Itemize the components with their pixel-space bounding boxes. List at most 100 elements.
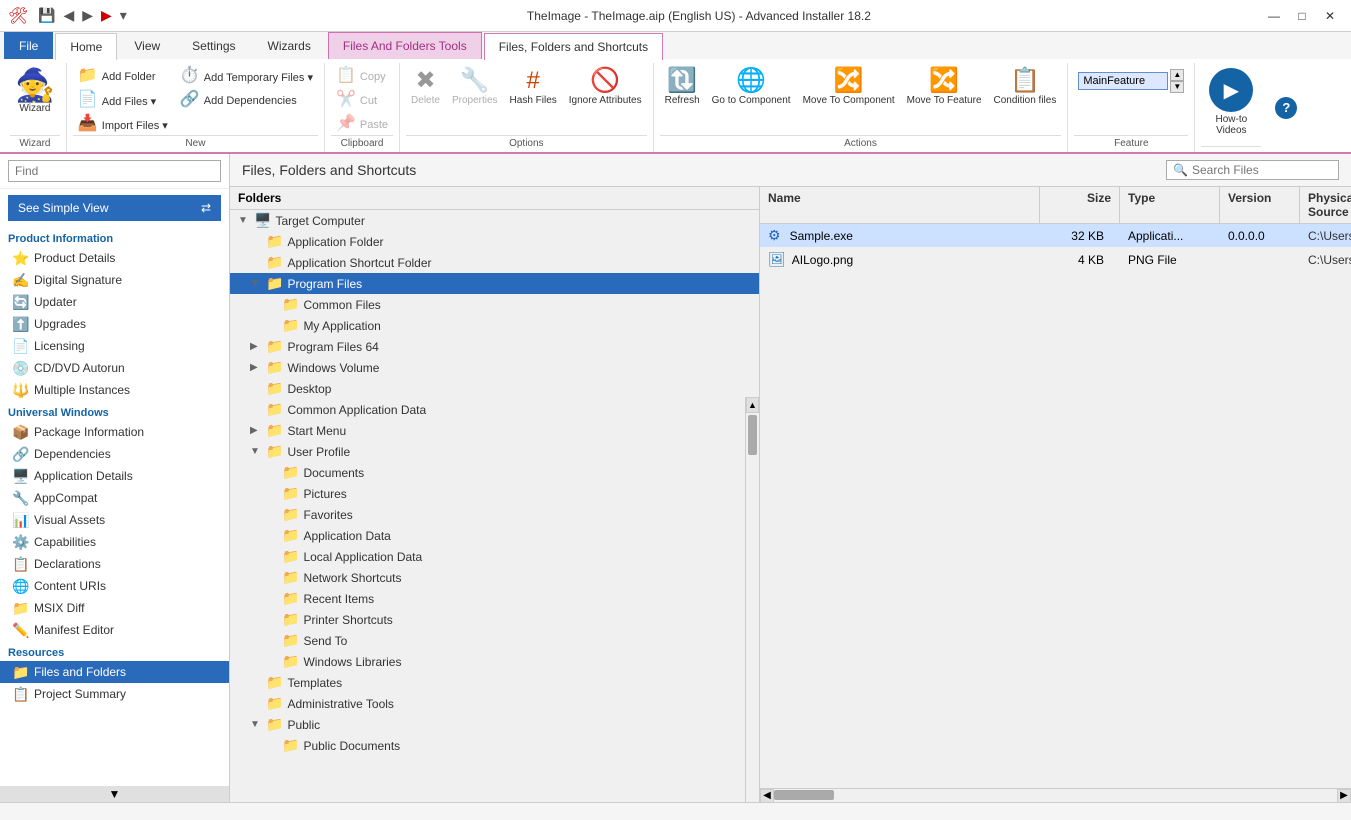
ft-item-public-documents[interactable]: 📁 Public Documents xyxy=(230,735,759,756)
ft-item-application-data[interactable]: 📁 Application Data xyxy=(230,525,759,546)
hscroll-left-button[interactable]: ◀ xyxy=(760,789,774,803)
ft-item-user-profile[interactable]: ▼ 📁 User Profile xyxy=(230,441,759,462)
ft-item-local-application-data[interactable]: 📁 Local Application Data xyxy=(230,546,759,567)
col-header-type[interactable]: Type xyxy=(1120,187,1220,223)
sidebar-item-appcompat[interactable]: 🔧 AppCompat xyxy=(0,487,229,509)
ft-item-program-files-64[interactable]: ▶ 📁 Program Files 64 xyxy=(230,336,759,357)
sidebar-item-content-uris[interactable]: 🌐 Content URIs xyxy=(0,575,229,597)
ft-item-public[interactable]: ▼ 📁 Public xyxy=(230,714,759,735)
ft-item-program-files[interactable]: ▼ 📁 Program Files xyxy=(230,273,759,294)
tab-wizards[interactable]: Wizards xyxy=(253,32,326,59)
minimize-button[interactable]: — xyxy=(1261,6,1287,26)
copy-button[interactable]: 📋 Copy xyxy=(331,65,393,87)
sidebar-search-input[interactable] xyxy=(8,160,221,182)
sidebar-scroll-down-button[interactable]: ▼ xyxy=(0,786,229,802)
tab-files-folders-shortcuts[interactable]: Files, Folders and Shortcuts xyxy=(484,33,663,60)
sidebar-item-licensing[interactable]: 📄 Licensing xyxy=(0,335,229,357)
add-temporary-files-button[interactable]: ⏱️ Add Temporary Files ▾ xyxy=(175,65,318,87)
sidebar-item-dependencies[interactable]: 🔗 Dependencies xyxy=(0,443,229,465)
hscroll-right-button[interactable]: ▶ xyxy=(1337,789,1351,803)
hscroll-thumb[interactable] xyxy=(774,790,834,800)
maximize-button[interactable]: □ xyxy=(1289,6,1315,26)
qa-back-button[interactable]: ◀ xyxy=(61,5,76,26)
col-header-size[interactable]: Size xyxy=(1040,187,1120,223)
ft-item-recent-items[interactable]: 📁 Recent Items xyxy=(230,588,759,609)
add-files-button[interactable]: 📄 Add Files ▾ xyxy=(73,89,173,111)
ft-item-pictures[interactable]: 📁 Pictures xyxy=(230,483,759,504)
sidebar-item-product-details[interactable]: ⭐ Product Details xyxy=(0,247,229,269)
ft-item-target-computer[interactable]: ▼ 🖥️ Target Computer xyxy=(230,210,759,231)
folder-scroll-thumb[interactable] xyxy=(748,415,757,455)
ft-item-start-menu[interactable]: ▶ 📁 Start Menu xyxy=(230,420,759,441)
sidebar-item-multiple-instances[interactable]: 🔱 Multiple Instances xyxy=(0,379,229,401)
ignore-attributes-button[interactable]: 🚫 Ignore Attributes xyxy=(564,65,647,110)
tab-view[interactable]: View xyxy=(119,32,175,59)
cut-button[interactable]: ✂️ Cut xyxy=(331,89,393,111)
folder-tree-body[interactable]: ▼ 🖥️ Target Computer 📁 Application Folde… xyxy=(230,210,759,802)
ft-item-my-application[interactable]: 📁 My Application xyxy=(230,315,759,336)
search-files-input[interactable] xyxy=(1192,163,1332,177)
ft-item-send-to[interactable]: 📁 Send To xyxy=(230,630,759,651)
sidebar-item-upgrades[interactable]: ⬆️ Upgrades xyxy=(0,313,229,335)
feature-input[interactable] xyxy=(1078,72,1168,90)
move-to-feature-button[interactable]: 🔀 Move To Feature xyxy=(902,65,987,110)
ft-item-documents[interactable]: 📁 Documents xyxy=(230,462,759,483)
col-header-version[interactable]: Version xyxy=(1220,187,1300,223)
sidebar-item-declarations[interactable]: 📋 Declarations xyxy=(0,553,229,575)
sidebar-item-visual-assets[interactable]: 📊 Visual Assets xyxy=(0,509,229,531)
ft-item-templates[interactable]: 📁 Templates xyxy=(230,672,759,693)
move-to-component-button[interactable]: 🔀 Move To Component xyxy=(798,65,900,110)
properties-button[interactable]: 🔧 Properties xyxy=(447,65,503,110)
sidebar-item-project-summary[interactable]: 📋 Project Summary xyxy=(0,683,229,705)
ft-item-printer-shortcuts[interactable]: 📁 Printer Shortcuts xyxy=(230,609,759,630)
col-header-name[interactable]: Name xyxy=(760,187,1040,223)
sidebar-item-package-information[interactable]: 📦 Package Information xyxy=(0,421,229,443)
add-folder-button[interactable]: 📁 Add Folder xyxy=(73,65,173,87)
sidebar-item-files-and-folders[interactable]: 📁 Files and Folders xyxy=(0,661,229,683)
refresh-button[interactable]: 🔃 Refresh xyxy=(660,65,705,110)
tab-settings[interactable]: Settings xyxy=(177,32,250,59)
feature-up-button[interactable]: ▲ xyxy=(1170,69,1184,81)
how-to-videos-button[interactable]: ▶ How-toVideos xyxy=(1201,65,1261,139)
sidebar-item-capabilities[interactable]: ⚙️ Capabilities xyxy=(0,531,229,553)
qa-forward-button[interactable]: ▶ xyxy=(80,5,95,26)
folder-scroll-up-button[interactable]: ▲ xyxy=(746,397,759,413)
tab-files-folders-tools[interactable]: Files And Folders Tools xyxy=(328,32,482,59)
sidebar-item-application-details[interactable]: 🖥️ Application Details xyxy=(0,465,229,487)
condition-files-button[interactable]: 📋 Condition files xyxy=(989,65,1062,110)
paste-button[interactable]: 📌 Paste xyxy=(331,113,393,135)
tab-home[interactable]: Home xyxy=(55,33,117,60)
tab-file[interactable]: File xyxy=(4,32,53,59)
delete-button[interactable]: ✖ Delete xyxy=(406,65,445,110)
ft-item-network-shortcuts[interactable]: 📁 Network Shortcuts xyxy=(230,567,759,588)
close-button[interactable]: ✕ xyxy=(1317,6,1343,26)
ft-item-application-shortcut-folder[interactable]: 📁 Application Shortcut Folder xyxy=(230,252,759,273)
hash-files-button[interactable]: # Hash Files xyxy=(505,65,562,110)
ft-item-application-folder[interactable]: 📁 Application Folder xyxy=(230,231,759,252)
sidebar-item-msix-diff[interactable]: 📁 MSIX Diff xyxy=(0,597,229,619)
qa-build-button[interactable]: ▶ xyxy=(99,5,114,26)
import-files-button[interactable]: 📥 Import Files ▾ xyxy=(73,113,173,135)
file-row-ailogo-png[interactable]: 🖼 AILogo.png 4 KB PNG File C:\Users\thej… xyxy=(760,248,1351,272)
feature-down-button[interactable]: ▼ xyxy=(1170,81,1184,93)
col-header-physical[interactable]: Physical Source xyxy=(1300,187,1351,223)
ft-item-desktop[interactable]: 📁 Desktop xyxy=(230,378,759,399)
sidebar-item-updater[interactable]: 🔄 Updater xyxy=(0,291,229,313)
goto-component-button[interactable]: 🌐 Go to Component xyxy=(707,65,796,110)
help-button[interactable]: ? xyxy=(1275,97,1297,119)
ft-item-favorites[interactable]: 📁 Favorites xyxy=(230,504,759,525)
simple-view-button[interactable]: See Simple View ⇄ xyxy=(8,195,221,221)
sidebar-item-cd-dvd-autorun[interactable]: 💿 CD/DVD Autorun xyxy=(0,357,229,379)
wizard-button[interactable]: 🧙 Wizard xyxy=(10,65,60,118)
sidebar-item-manifest-editor[interactable]: ✏️ Manifest Editor xyxy=(0,619,229,641)
ft-item-common-files[interactable]: 📁 Common Files xyxy=(230,294,759,315)
ft-item-windows-volume[interactable]: ▶ 📁 Windows Volume xyxy=(230,357,759,378)
ft-item-administrative-tools[interactable]: 📁 Administrative Tools xyxy=(230,693,759,714)
file-row-sample-exe[interactable]: ⚙ Sample.exe 32 KB Applicati... 0.0.0.0 … xyxy=(760,224,1351,248)
add-dependencies-button[interactable]: 🔗 Add Dependencies xyxy=(175,89,318,111)
qa-save-button[interactable]: 💾 xyxy=(36,5,57,26)
ft-item-common-application-data[interactable]: 📁 Common Application Data xyxy=(230,399,759,420)
sidebar-item-digital-signature[interactable]: ✍️ Digital Signature xyxy=(0,269,229,291)
ft-item-windows-libraries[interactable]: 📁 Windows Libraries xyxy=(230,651,759,672)
qa-more-button[interactable]: ▾ xyxy=(118,5,129,26)
